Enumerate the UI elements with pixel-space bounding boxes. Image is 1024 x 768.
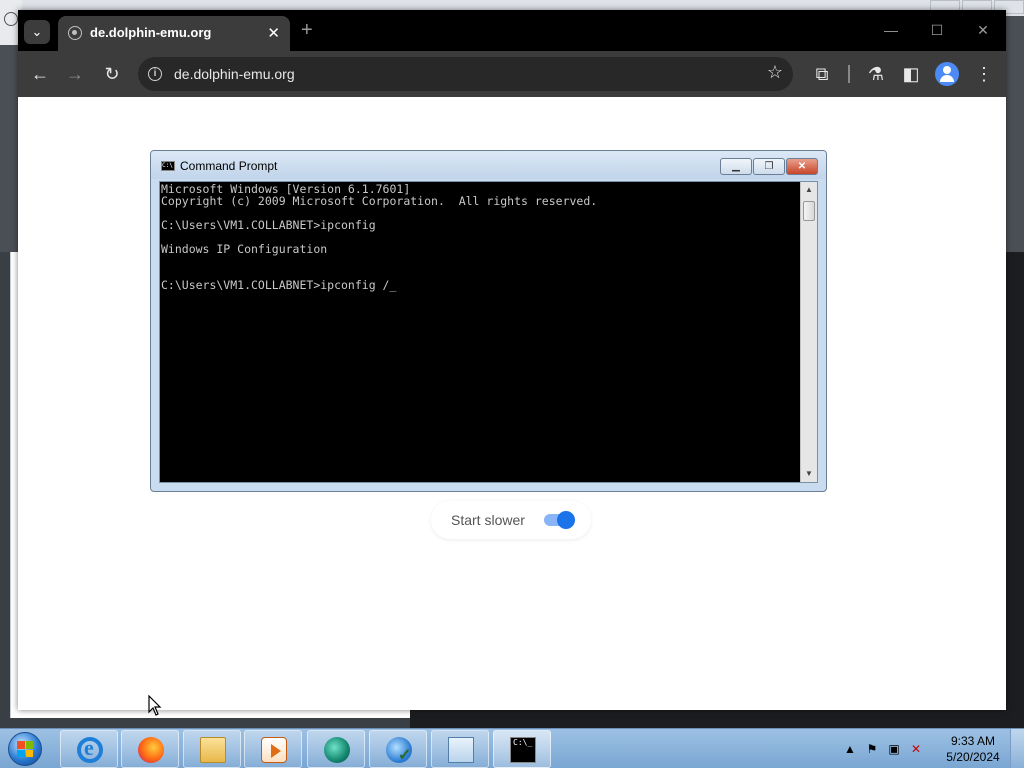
start-slower-label: Start slower — [451, 512, 525, 528]
forward-button[interactable]: → — [62, 61, 88, 87]
volume-muted-icon[interactable]: ✕ — [908, 741, 924, 757]
menu-button[interactable]: ⋮ — [971, 61, 997, 87]
tab-active[interactable]: de.dolphin-emu.org ✕ — [58, 16, 290, 51]
taskbar-command-prompt[interactable]: C:\_ — [493, 730, 551, 768]
page-viewport: C:\ Command Prompt ▁ ❐ ✕ Microsoft Windo… — [18, 97, 1006, 710]
cmd-app-icon: C:\ — [161, 161, 175, 171]
address-bar[interactable]: i de.dolphin-emu.org ☆ — [138, 57, 793, 91]
labs-button[interactable]: ⚗ — [863, 61, 889, 87]
arrow-right-icon: → — [66, 64, 84, 84]
cmd-line: C:\Users\VM1.COLLABNET>ipconfig /_ — [161, 278, 397, 292]
reload-icon: ↻ — [104, 64, 120, 84]
cmd-line: C:\Users\VM1.COLLABNET>ipconfig — [161, 218, 376, 232]
tab-search-button[interactable]: ⌄ — [24, 20, 50, 44]
globe-icon — [68, 26, 82, 40]
window-controls: — ☐ ✕ — [868, 10, 1006, 51]
minimize-button[interactable]: — — [868, 10, 914, 51]
cmd-console[interactable]: Microsoft Windows [Version 6.1.7601] Copy… — [159, 181, 818, 483]
system-clock[interactable]: 9:33 AM 5/20/2024 — [942, 733, 1004, 765]
cmd-line: Windows IP Configuration — [161, 242, 328, 256]
profile-avatar-icon[interactable] — [935, 62, 959, 86]
tab-close-icon[interactable]: ✕ — [267, 24, 280, 42]
start-button[interactable] — [4, 730, 48, 768]
action-center-flag-icon[interactable]: ⚑ — [864, 741, 880, 757]
taskbar-firefox[interactable] — [121, 730, 179, 768]
control-panel-icon — [448, 737, 474, 763]
arrow-left-icon: ← — [31, 64, 49, 84]
url-text: de.dolphin-emu.org — [174, 66, 295, 82]
cmd-restore-button[interactable]: ❐ — [753, 158, 785, 175]
show-hidden-icons-icon[interactable]: ▲ — [842, 741, 858, 757]
toggle-knob[interactable] — [557, 511, 575, 529]
scroll-up-icon[interactable]: ▲ — [801, 182, 817, 198]
taskbar-media-player[interactable] — [244, 730, 302, 768]
clock-date: 5/20/2024 — [946, 750, 1000, 764]
show-desktop-button[interactable] — [1010, 729, 1024, 768]
chevron-down-icon: ⌄ — [31, 24, 43, 39]
network-icon[interactable]: ▣ — [886, 741, 902, 757]
info-icon — [4, 12, 18, 26]
extensions-button[interactable]: ⧉ — [809, 61, 835, 87]
internet-explorer-icon — [77, 735, 103, 763]
clock-time: 9:33 AM — [950, 734, 996, 748]
close-window-button[interactable]: ✕ — [960, 10, 1006, 51]
start-slower-toggle[interactable]: Start slower — [431, 501, 591, 539]
cmd-close-button[interactable]: ✕ — [786, 158, 818, 175]
kebab-menu-icon: ⋮ — [975, 64, 993, 84]
scroll-thumb[interactable] — [803, 201, 815, 221]
reload-button[interactable]: ↻ — [99, 61, 125, 87]
tab-title: de.dolphin-emu.org — [90, 25, 212, 40]
back-button[interactable]: ← — [27, 61, 53, 87]
cmd-minimize-button[interactable]: ▁ — [720, 158, 752, 175]
browser-toolbar: ← → ↻ i de.dolphin-emu.org ☆ ⧉ ⚗ ◧ ⋮ — [18, 51, 1006, 97]
command-prompt-window[interactable]: C:\ Command Prompt ▁ ❐ ✕ Microsoft Windo… — [150, 150, 827, 492]
taskbar-dolphin[interactable] — [307, 730, 365, 768]
taskbar-control-panel[interactable] — [431, 730, 489, 768]
dolphin-icon — [324, 737, 350, 763]
cmd-scrollbar[interactable]: ▲ ▼ — [800, 182, 817, 482]
cmd-line: Copyright (c) 2009 Microsoft Corporation… — [161, 194, 598, 208]
new-tab-button[interactable]: + — [301, 19, 313, 42]
globe-check-icon — [386, 737, 412, 765]
media-player-icon — [261, 737, 287, 763]
side-panel-button[interactable]: ◧ — [898, 61, 924, 87]
flask-icon: ⚗ — [867, 64, 885, 84]
cmd-output: Microsoft Windows [Version 6.1.7601] Copy… — [161, 183, 801, 291]
taskbar-network-check[interactable] — [369, 730, 427, 768]
taskbar: C:\_ ▲ ⚑ ▣ ✕ 9:33 AM 5/20/2024 — [0, 728, 1024, 768]
scroll-down-icon[interactable]: ▼ — [801, 466, 817, 482]
folder-icon — [200, 737, 226, 763]
side-panel-icon: ◧ — [902, 64, 920, 84]
cmd-window-title: Command Prompt — [180, 159, 278, 173]
taskbar-file-explorer[interactable] — [183, 730, 241, 768]
firefox-icon — [138, 737, 164, 763]
taskbar-internet-explorer[interactable] — [60, 730, 118, 768]
command-prompt-icon: C:\_ — [510, 737, 536, 763]
cmd-titlebar[interactable]: C:\ Command Prompt ▁ ❐ ✕ — [151, 151, 826, 179]
cmd-line — [161, 255, 801, 267]
tab-strip: ⌄ de.dolphin-emu.org ✕ + — ☐ ✕ — [18, 10, 1006, 51]
bookmark-star-icon[interactable]: ☆ — [767, 62, 783, 83]
toolbar-divider — [848, 65, 850, 83]
site-info-icon[interactable]: i — [148, 67, 162, 81]
mouse-cursor-icon — [148, 695, 162, 716]
maximize-button[interactable]: ☐ — [914, 10, 960, 51]
browser-window: ⌄ de.dolphin-emu.org ✕ + — ☐ ✕ ← → ↻ i d… — [18, 10, 1006, 710]
puzzle-icon: ⧉ — [815, 64, 829, 84]
system-tray: ▲ ⚑ ▣ ✕ — [842, 739, 924, 759]
